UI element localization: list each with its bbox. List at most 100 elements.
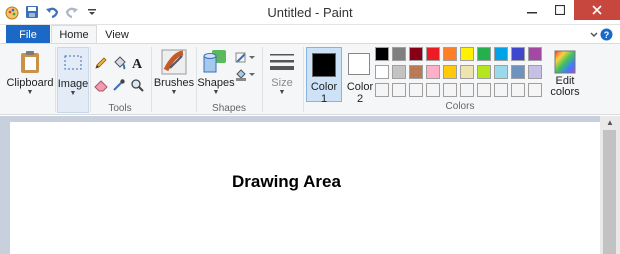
shapes-button-label: Shapes: [197, 77, 235, 89]
tab-file[interactable]: File: [6, 25, 50, 44]
palette-swatch[interactable]: [477, 65, 491, 79]
tools-group: A Tools: [91, 44, 149, 116]
shapes-group-label: Shapes: [212, 103, 246, 114]
chevron-down-icon: ▼: [26, 89, 34, 96]
palette-swatch[interactable]: [409, 65, 423, 79]
palette-swatch[interactable]: [477, 83, 491, 97]
minimize-button[interactable]: [518, 0, 546, 20]
palette-swatch[interactable]: [494, 65, 508, 79]
palette-swatch[interactable]: [409, 47, 423, 61]
divider: [262, 47, 263, 112]
window-controls: [518, 0, 620, 20]
tools-group-label: Tools: [108, 103, 132, 114]
palette-swatch[interactable]: [460, 65, 474, 79]
workspace: Drawing Area ▲: [0, 116, 620, 254]
palette-swatch[interactable]: [392, 65, 406, 79]
drawing-canvas[interactable]: Drawing Area: [10, 122, 600, 254]
color-picker-icon[interactable]: [111, 77, 127, 93]
minimize-ribbon-icon[interactable]: [587, 28, 600, 41]
palette-swatch[interactable]: [443, 47, 457, 61]
color-1-swatch: [312, 53, 336, 77]
scroll-thumb[interactable]: [603, 130, 616, 254]
text-tool-icon[interactable]: A: [129, 55, 145, 71]
palette-swatch[interactable]: [494, 83, 508, 97]
size-button[interactable]: Size ▼: [264, 47, 300, 97]
minimize-icon: [527, 12, 537, 14]
palette-swatch[interactable]: [409, 83, 423, 97]
brushes-group: Brushes ▼: [153, 44, 195, 116]
clipboard-label: Clipboard: [6, 77, 54, 89]
svg-text:A: A: [132, 57, 143, 70]
clipboard-button[interactable]: Clipboard ▼: [6, 47, 54, 97]
palette-swatch[interactable]: [392, 47, 406, 61]
color-2-swatch: [348, 53, 370, 75]
maximize-icon: [555, 5, 565, 15]
palette-swatch[interactable]: [392, 83, 406, 97]
shapes-icon: [200, 47, 232, 77]
fill-icon[interactable]: [235, 67, 255, 83]
size-label: Size: [271, 77, 293, 89]
palette-swatch[interactable]: [426, 47, 440, 61]
clipboard-group: Clipboard ▼: [6, 44, 54, 116]
line-size-icon: [266, 47, 298, 77]
palette-swatch[interactable]: [528, 47, 542, 61]
brushes-button[interactable]: Brushes ▼: [153, 47, 195, 97]
image-button[interactable]: Image ▼: [57, 47, 89, 113]
brushes-label: Brushes: [153, 77, 195, 89]
canvas-text: Drawing Area: [232, 172, 341, 191]
fill-bucket-icon[interactable]: [111, 55, 127, 71]
divider: [55, 47, 56, 112]
eraser-icon[interactable]: [93, 77, 109, 93]
clipboard-icon: [14, 47, 46, 77]
edit-colors-label: Edit colors: [550, 75, 580, 98]
palette-swatch[interactable]: [426, 83, 440, 97]
colors-group-label: Colors: [445, 101, 475, 112]
image-group: Image ▼: [57, 44, 89, 116]
palette-swatch[interactable]: [528, 65, 542, 79]
magnifier-icon[interactable]: [129, 77, 145, 93]
tab-view[interactable]: View: [98, 25, 136, 44]
outline-icon[interactable]: [235, 50, 255, 66]
maximize-button[interactable]: [546, 0, 574, 20]
palette-swatch[interactable]: [511, 83, 525, 97]
title-bar: Untitled - Paint: [0, 0, 620, 25]
brush-icon: [158, 47, 190, 77]
image-label: Image: [57, 78, 89, 90]
ribbon-tab-row: File Home View ?: [0, 25, 620, 44]
vertical-scrollbar[interactable]: ▲: [600, 116, 620, 254]
ribbon: Clipboard ▼ Image ▼ A Tools Brushes ▼ Sh…: [0, 43, 620, 115]
palette-swatch[interactable]: [528, 83, 542, 97]
close-button[interactable]: [574, 0, 620, 20]
divider: [151, 47, 152, 112]
shapes-group: Shapes ▼ Shapes: [197, 44, 261, 116]
palette-swatch[interactable]: [511, 47, 525, 61]
palette-swatch[interactable]: [375, 65, 389, 79]
chevron-down-icon: ▼: [170, 89, 178, 96]
palette-swatch[interactable]: [375, 47, 389, 61]
size-group: Size ▼: [264, 44, 300, 116]
chevron-down-icon: ▼: [212, 89, 220, 96]
pencil-icon[interactable]: [93, 55, 109, 71]
color-1-button[interactable]: Color 1: [306, 47, 342, 105]
palette-swatch[interactable]: [375, 83, 389, 97]
close-icon: [592, 5, 602, 15]
help-icon[interactable]: ?: [600, 28, 613, 41]
select-icon: [57, 48, 89, 78]
palette-swatch[interactable]: [443, 83, 457, 97]
tab-home[interactable]: Home: [51, 25, 97, 44]
palette-swatch[interactable]: [477, 47, 491, 61]
palette-swatch[interactable]: [460, 83, 474, 97]
scroll-up-icon[interactable]: ▲: [600, 116, 620, 129]
palette-swatch[interactable]: [443, 65, 457, 79]
palette-swatch[interactable]: [460, 47, 474, 61]
palette-swatch[interactable]: [494, 47, 508, 61]
shapes-button[interactable]: Shapes ▼: [197, 47, 235, 97]
chevron-down-icon: ▼: [278, 89, 286, 96]
rainbow-icon: [549, 48, 581, 76]
svg-text:?: ?: [604, 30, 610, 40]
color-2-button[interactable]: Color 2: [342, 47, 378, 105]
palette-swatch[interactable]: [511, 65, 525, 79]
edit-colors-button[interactable]: Edit colors: [549, 48, 581, 98]
palette-swatch[interactable]: [426, 65, 440, 79]
chevron-down-icon: ▼: [69, 90, 77, 97]
